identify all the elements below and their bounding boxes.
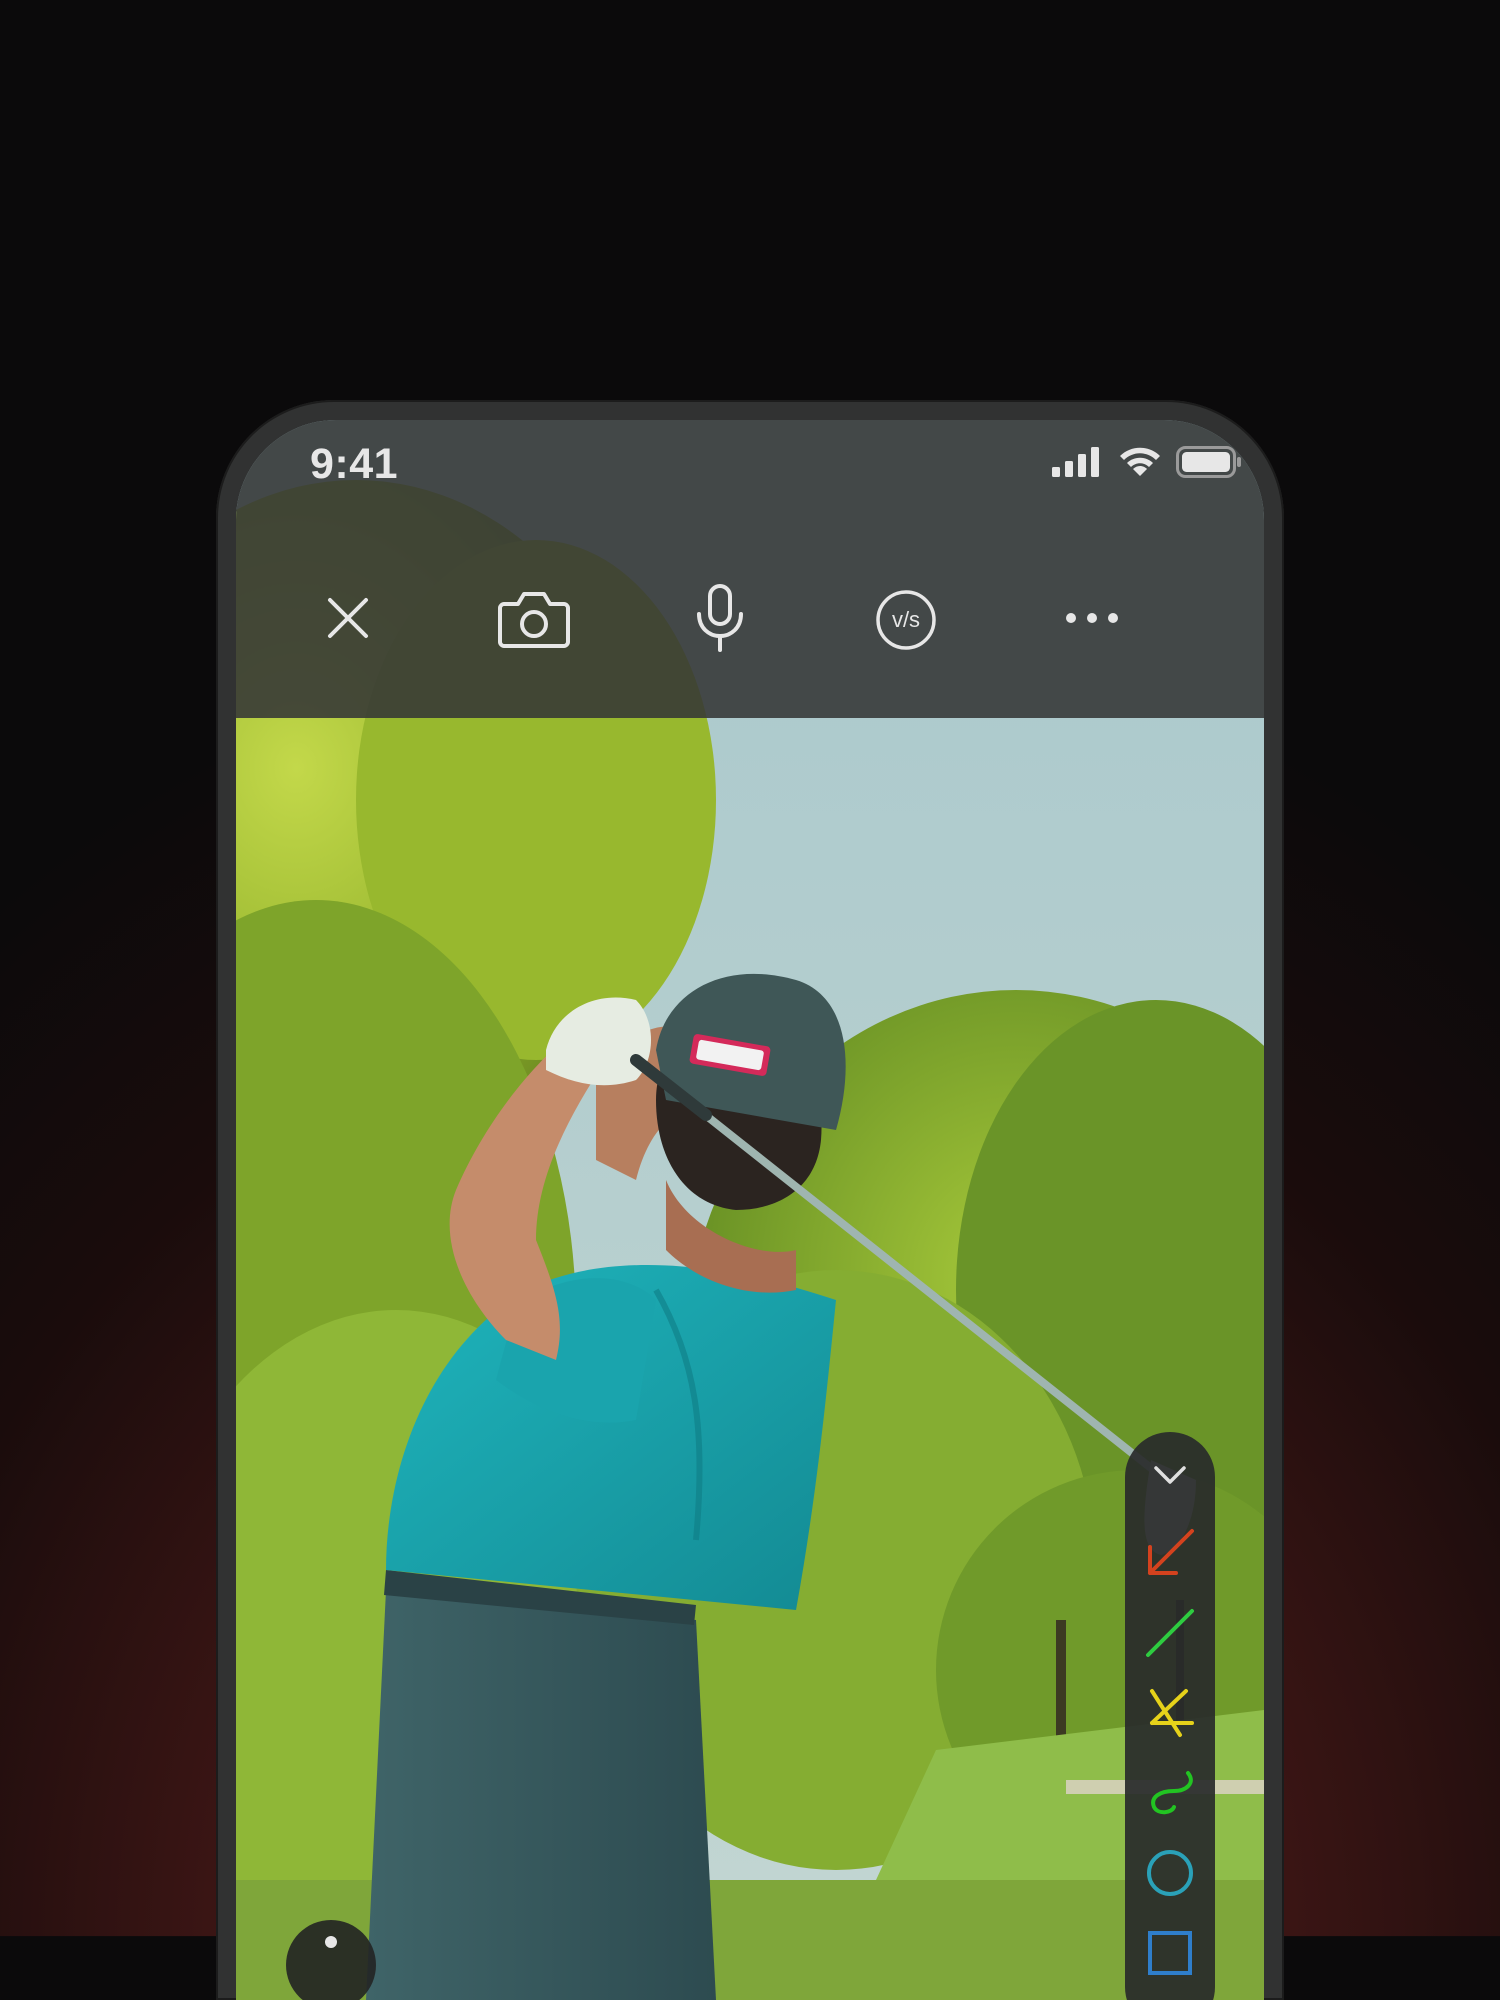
angle-tool[interactable]: [1125, 1680, 1215, 1750]
microphone-icon: [695, 583, 745, 657]
phone-screen: 9:41 v/s: [236, 420, 1264, 2000]
drawing-tools-palette: [1125, 1432, 1215, 2000]
more-button[interactable]: [1052, 580, 1132, 660]
versus-button[interactable]: v/s: [866, 580, 946, 660]
more-icon: [1065, 611, 1119, 629]
wifi-icon: [1118, 446, 1162, 483]
chevron-down-icon: [1153, 1465, 1187, 1490]
line-icon: [1144, 1607, 1196, 1664]
freehand-tool[interactable]: [1125, 1760, 1215, 1830]
vs-icon: v/s: [875, 589, 937, 651]
arrow-tool[interactable]: [1125, 1520, 1215, 1590]
playback-settings-button[interactable]: [286, 1920, 376, 2000]
toolbar: v/s: [236, 580, 1264, 660]
line-tool[interactable]: [1125, 1600, 1215, 1670]
status-icons: [1052, 446, 1242, 483]
squiggle-icon: [1144, 1767, 1196, 1824]
angle-icon: [1144, 1687, 1196, 1744]
close-icon: [326, 596, 370, 645]
top-bar: 9:41 v/s: [236, 420, 1264, 718]
rectangle-icon: [1144, 1927, 1196, 1984]
microphone-button[interactable]: [680, 580, 760, 660]
rectangle-tool[interactable]: [1125, 1920, 1215, 1990]
circle-tool[interactable]: [1125, 1840, 1215, 1910]
arrow-icon: [1144, 1527, 1196, 1584]
camera-button[interactable]: [494, 580, 574, 660]
signal-icon: [1052, 447, 1104, 482]
battery-icon: [1176, 446, 1242, 483]
collapse-palette-button[interactable]: [1125, 1442, 1215, 1512]
camera-icon: [498, 588, 570, 653]
circle-icon: [1144, 1847, 1196, 1904]
phone-frame: 9:41 v/s: [216, 400, 1284, 2000]
status-time: 9:41: [310, 440, 399, 488]
vs-label: v/s: [891, 607, 921, 632]
close-button[interactable]: [308, 580, 388, 660]
